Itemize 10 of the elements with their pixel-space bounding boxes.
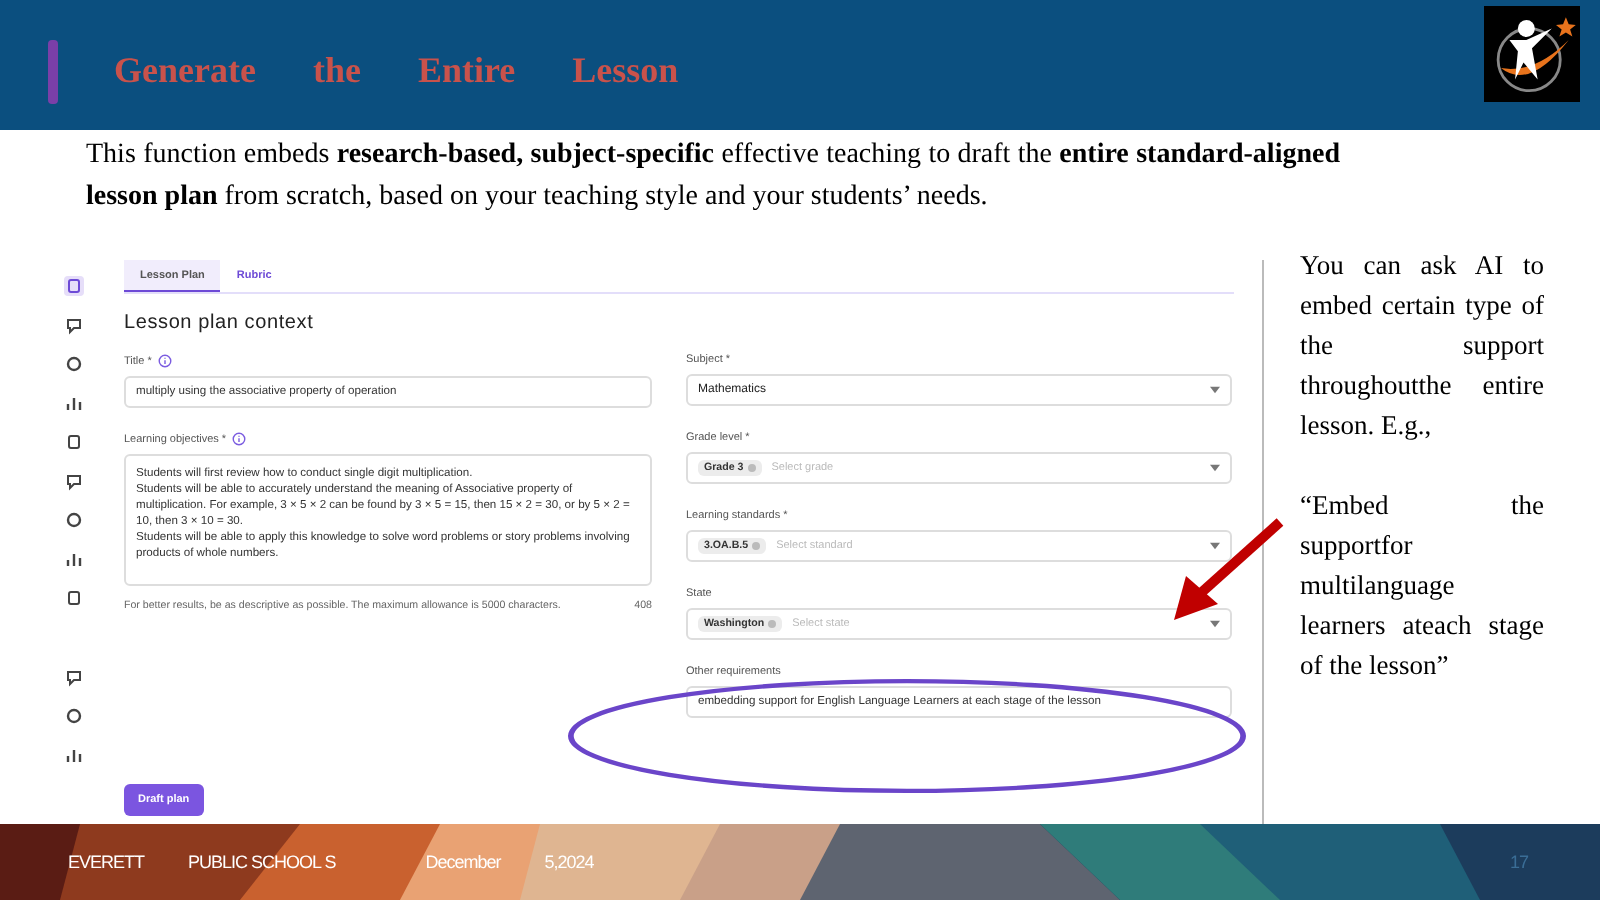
footer-date: December: [425, 852, 501, 872]
side-note: You can ask AI to embed certain type of the support throughoutthe entire lesson. E.g.,: [1300, 248, 1544, 444]
example-quote: “Embed the supportfor multilanguage learners ateach stage of the lesson”: [1300, 488, 1544, 684]
intro-paragraph: This function embeds research-based, subject-specific effective teaching to draft the entire standard-aligned lesson plan from scratch, based on your teaching style and your students’ needs.: [86, 138, 1340, 216]
page-number: 17: [1509, 852, 1528, 872]
footer-text: EVERETT: [68, 852, 145, 872]
slide-title: Generate the Entire Lesson: [114, 50, 681, 92]
footer-date: 5,2024: [544, 852, 594, 872]
section-heading: Lesson plan context: [124, 312, 316, 334]
footer-text: PUBLIC SCHOOL S: [188, 852, 336, 872]
